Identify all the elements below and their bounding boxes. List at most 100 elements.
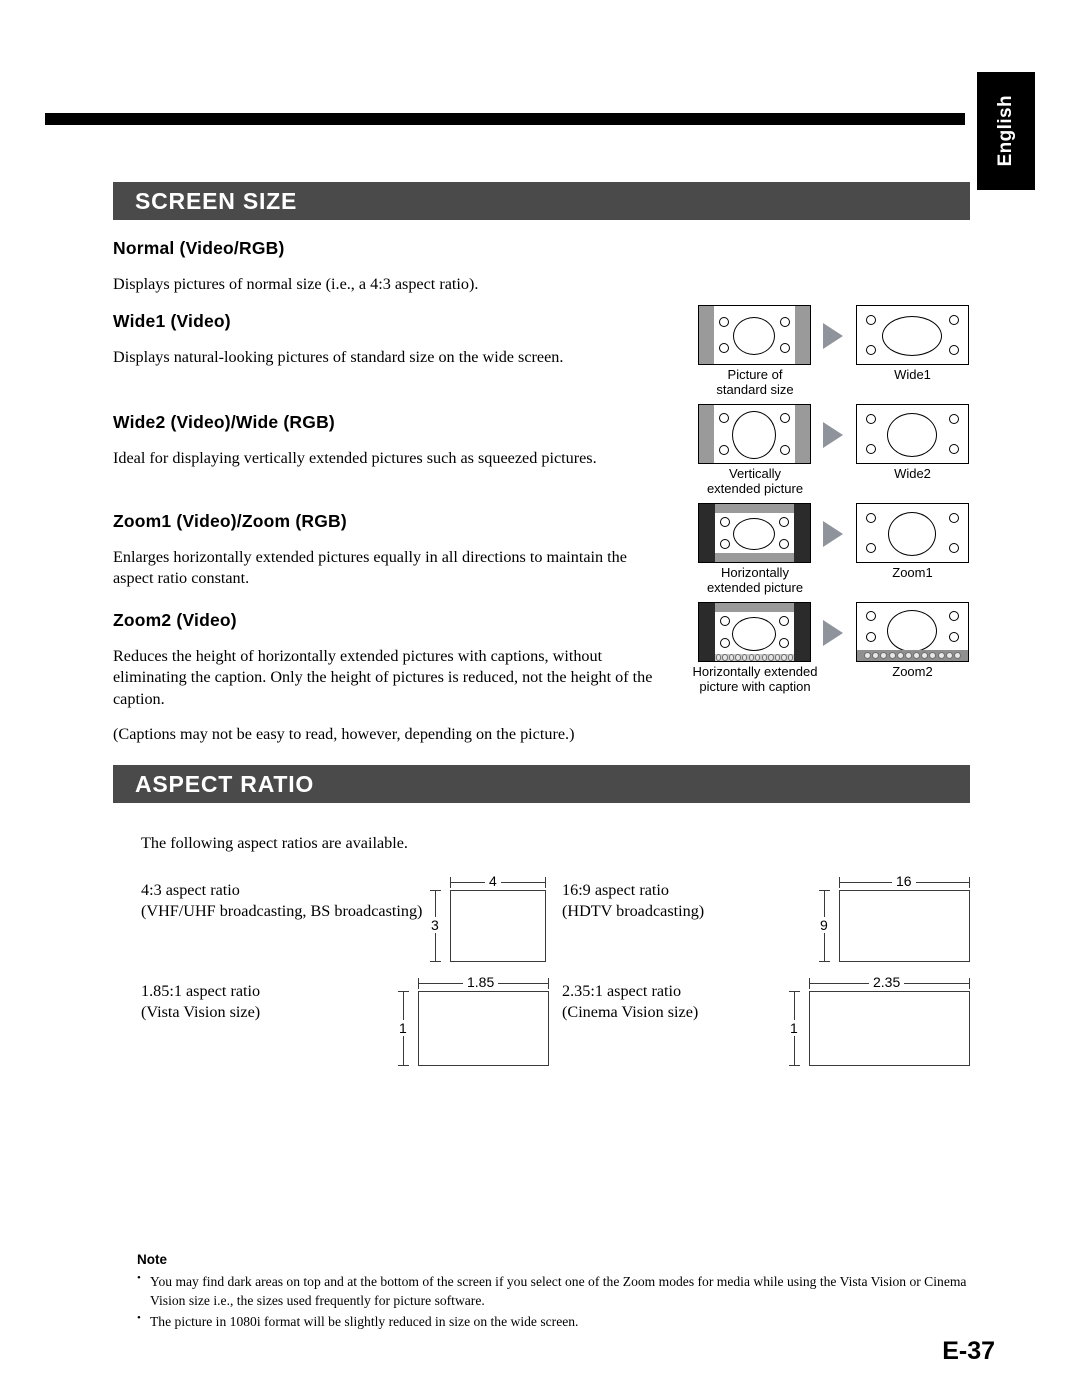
result-label: Zoom2 <box>892 664 933 679</box>
source-label-line1: Horizontally <box>721 565 789 580</box>
transform-arrow-icon <box>823 620 843 646</box>
mask-right <box>795 306 810 364</box>
aspect-ratio-block-16-9: 16:9 aspect ratio (HDTV broadcasting) 16… <box>562 873 982 962</box>
width-label: 2.35 <box>869 974 905 990</box>
caption-strip <box>715 654 794 661</box>
entry-text: Displays natural-looking pictures of sta… <box>113 348 564 366</box>
dimension-tick <box>545 877 546 888</box>
corner-dot <box>719 445 729 455</box>
corner-dot <box>866 345 876 355</box>
corner-dot <box>949 513 959 523</box>
width-label: 1.85 <box>463 974 499 990</box>
source-label: Horizontally extended picture <box>674 565 836 596</box>
entry-heading: Normal (Video/RGB) <box>113 238 285 258</box>
entry-heading: Wide1 (Video) <box>113 311 231 331</box>
corner-dot <box>780 343 790 353</box>
mask-right <box>794 603 810 661</box>
source-label-line2: picture with caption <box>699 679 811 695</box>
source-label-line2: extended picture <box>706 481 804 497</box>
corner-dot <box>719 343 729 353</box>
width-label: 16 <box>892 873 916 889</box>
note-title: Note <box>137 1252 167 1267</box>
illustration-row: Picture of standard size Wide1 <box>686 305 976 404</box>
language-tab: English <box>977 72 1035 190</box>
entry-text-secondary: (Captions may not be easy to read, howev… <box>113 725 575 744</box>
section-title: SCREEN SIZE <box>135 187 298 214</box>
entry-heading: Zoom2 (Video) <box>113 610 237 630</box>
aspect-rect <box>450 890 546 962</box>
height-label: 9 <box>816 917 832 933</box>
corner-dot <box>780 413 790 423</box>
manual-page: English SCREEN SIZE Normal (Video/RGB) D… <box>0 0 1080 1397</box>
transform-arrow-icon <box>823 323 843 349</box>
transform-arrow-icon <box>823 422 843 448</box>
source-label: Vertically extended picture <box>674 466 836 497</box>
dimension-tick <box>969 978 970 989</box>
entry-normal: Normal (Video/RGB) Displays pictures of … <box>113 238 688 295</box>
corner-dot <box>866 513 876 523</box>
corner-dot <box>720 638 730 648</box>
dimension-tick <box>548 978 549 989</box>
aspect-intro: The following aspect ratios are availabl… <box>141 834 408 852</box>
aspect-ratio-block-185-1: 1.85:1 aspect ratio (Vista Vision size) … <box>141 974 561 1066</box>
corner-dot <box>949 414 959 424</box>
dimension-tick <box>819 961 830 962</box>
corner-dot <box>779 638 789 648</box>
corner-dot <box>866 611 876 621</box>
test-circle <box>887 413 937 457</box>
test-circle <box>732 617 776 651</box>
dimension-tick <box>969 877 970 888</box>
height-label: 3 <box>427 917 443 933</box>
corner-dot <box>866 543 876 553</box>
corner-dot <box>720 539 730 549</box>
dimension-tick <box>450 877 451 888</box>
corner-dot <box>866 414 876 424</box>
language-tab-label: English <box>995 95 1016 167</box>
dimension-tick <box>789 1065 800 1066</box>
result-label: Wide1 <box>894 367 931 382</box>
entry-text: Enlarges horizontally extended pictures … <box>113 548 627 588</box>
corner-dot <box>949 632 959 642</box>
dimension-tick <box>839 877 840 888</box>
section-banner-screen-size: SCREEN SIZE <box>113 182 970 220</box>
note-block: Note You may find dark areas on top and … <box>137 1252 982 1333</box>
illustration-row: Horizontally extended picture with capti… <box>686 602 976 706</box>
test-circle <box>888 512 936 556</box>
aspect-ratio-block-235-1: 2.35:1 aspect ratio (Cinema Vision size)… <box>562 974 982 1066</box>
aspect-figure: 2.35 1 <box>780 974 970 1066</box>
dimension-tick <box>398 991 409 992</box>
section-title: ASPECT RATIO <box>135 770 315 797</box>
mask-left <box>699 603 715 661</box>
corner-dot <box>866 444 876 454</box>
entry-heading: Wide2 (Video)/Wide (RGB) <box>113 412 335 432</box>
test-circle <box>733 518 775 550</box>
result-label: Wide2 <box>894 466 931 481</box>
corner-dot <box>866 315 876 325</box>
source-label: Horizontally extended picture with capti… <box>664 664 846 695</box>
source-label-line1: Picture of <box>727 367 783 382</box>
result-screen-wide1 <box>856 305 969 365</box>
corner-dot <box>779 517 789 527</box>
width-label: 4 <box>485 873 501 889</box>
aspect-figure: 4 3 <box>421 873 561 962</box>
source-label-line1: Horizontally extended <box>692 664 818 679</box>
test-circle <box>882 316 942 356</box>
entry-wide2: Wide2 (Video)/Wide (RGB) Ideal for displ… <box>113 412 688 469</box>
mask-right <box>795 405 810 463</box>
test-circle <box>733 317 775 355</box>
mask-right <box>794 504 810 562</box>
top-rule <box>45 113 965 125</box>
source-label-line2: extended picture <box>706 580 804 596</box>
entry-wide1: Wide1 (Video) Displays natural-looking p… <box>113 311 688 368</box>
height-label: 1 <box>786 1020 802 1036</box>
dimension-tick <box>430 961 441 962</box>
result-screen-zoom1 <box>856 503 969 563</box>
source-screen-horizontal <box>698 503 811 563</box>
entry-zoom2: Zoom2 (Video) Reduces the height of hori… <box>113 610 688 746</box>
dimension-tick <box>430 890 441 891</box>
entry-text: Ideal for displaying vertically extended… <box>113 449 597 467</box>
mask-left <box>699 405 714 463</box>
entry-text: Displays pictures of normal size (i.e., … <box>113 275 479 293</box>
entry-text: Reduces the height of horizontally exten… <box>113 647 653 708</box>
corner-dot <box>949 315 959 325</box>
